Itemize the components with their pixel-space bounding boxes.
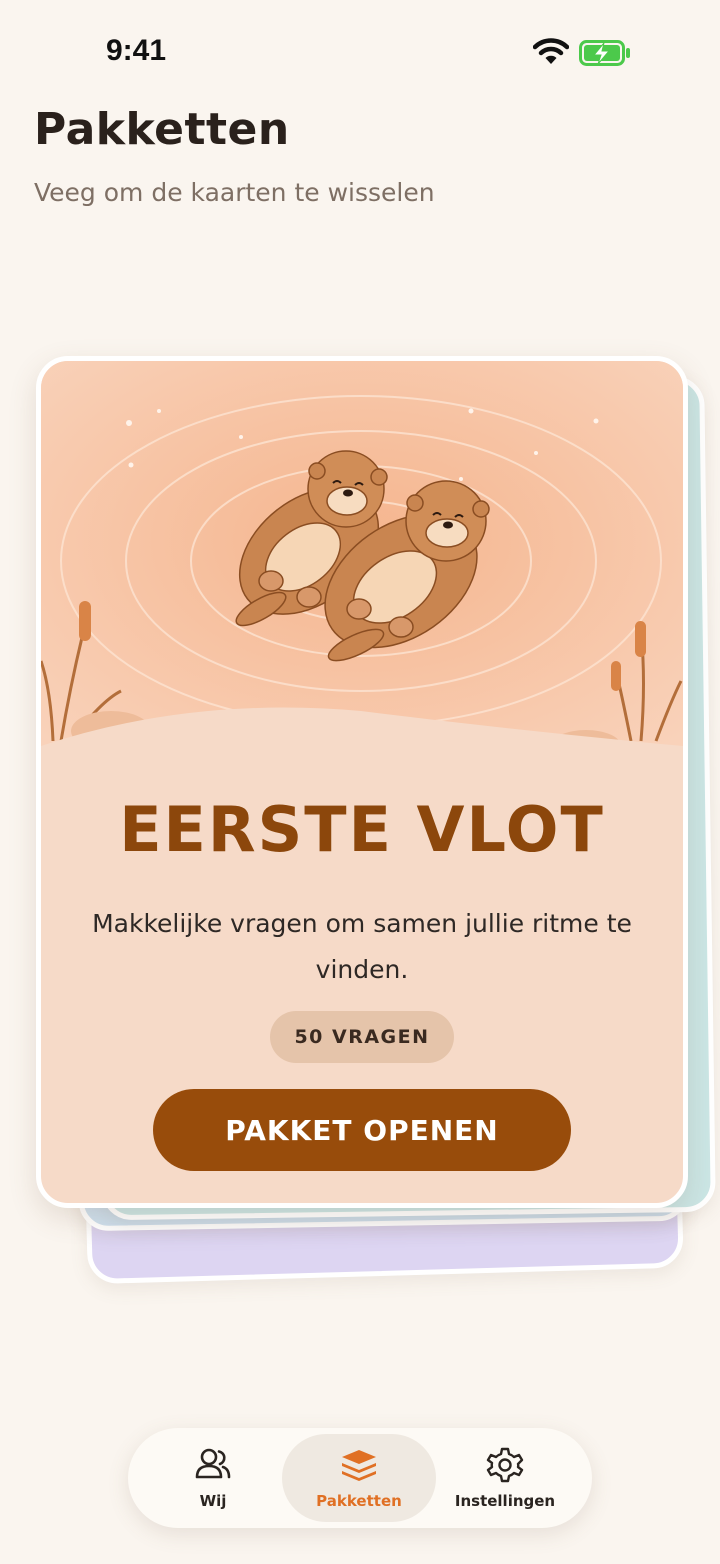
tab-wij[interactable]: Wij	[136, 1434, 290, 1522]
question-count-badge: 50 VRAGEN	[270, 1011, 454, 1063]
tab-bar: Wij Pakketten Instellingen	[128, 1428, 592, 1528]
card-deck[interactable]: EERSTE VLOT Makkelijke vragen om samen j…	[0, 0, 720, 1400]
pack-description: Makkelijke vragen om samen jullie ritme …	[92, 909, 632, 984]
tab-label: Wij	[199, 1492, 227, 1510]
stack-icon	[342, 1450, 376, 1481]
otters-illustration	[41, 361, 683, 761]
open-pack-button[interactable]: PAKKET OPENEN	[153, 1089, 571, 1171]
tab-pakketten[interactable]: Pakketten	[282, 1434, 436, 1522]
pack-card[interactable]: EERSTE VLOT Makkelijke vragen om samen j…	[36, 356, 688, 1208]
people-icon	[195, 1448, 231, 1479]
tab-instellingen[interactable]: Instellingen	[428, 1434, 582, 1522]
gear-icon	[486, 1447, 524, 1483]
tab-label: Instellingen	[454, 1492, 556, 1510]
tab-label: Pakketten	[316, 1492, 402, 1510]
pack-title: EERSTE VLOT	[119, 793, 605, 866]
